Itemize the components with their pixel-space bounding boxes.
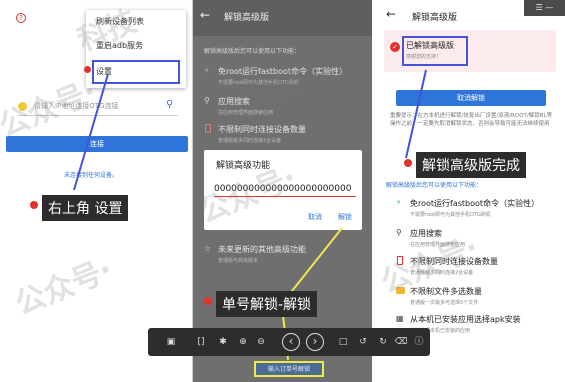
screenshot-collage: ? 刷新设备列表 重启adb服务 设置 请输入IP地址连接OTG连接 ⚲ 连接 … (0, 0, 565, 382)
step-marker (204, 297, 212, 305)
step-marker (30, 201, 38, 209)
feature-item: 免root运行fastboot命令（实验性） 不需要root即可为其他手机OTG… (396, 198, 556, 218)
feature-desc: 在应用管理界面搜索应用 (410, 242, 466, 248)
order-unlock-button[interactable]: 输入订单号解锁 (254, 361, 324, 377)
panel-unlocked: ← 解锁高级版 ☰ — ✓ 已解锁高级版 感谢您的支持！ 取消解锁 重要提示：在… (376, 0, 565, 382)
feature-desc: 普通版最多同时连接2台设备 (410, 270, 474, 276)
text-icon[interactable]: [] (194, 335, 208, 349)
color-icon[interactable]: ✱ (216, 335, 230, 349)
feature-item: 应用搜索 在应用管理界面搜索应用 ⚲ (396, 228, 556, 248)
feature-title: 应用搜索 (410, 229, 442, 238)
callout-label: 右上角 设置 (42, 195, 129, 221)
image-viewer-toolbar: ▣ [] ✱ ⊕ ⊖ ‹ › □ ↺ ↻ ⌫ ⓘ (148, 328, 430, 356)
phone-icon (397, 256, 403, 265)
folder-icon (396, 287, 405, 294)
feature-title: 不限制同时连接设备数量 (410, 257, 498, 266)
crop-icon[interactable]: ▣ (164, 335, 178, 349)
bolt-icon: ⚡ (396, 198, 402, 207)
panel-unlock-dialog: ← 解锁高级版 解锁高级版后您可以使用以下功能： 免root运行fastboot… (192, 0, 372, 382)
rotate-left-icon[interactable]: ↺ (356, 335, 370, 349)
info-icon[interactable]: ⓘ (412, 335, 426, 349)
feature-item: 不限制文件多选数量 普通版一次最多可选择5个文件 (396, 286, 556, 306)
next-icon[interactable]: › (306, 333, 324, 351)
feature-title: 免root运行fastboot命令（实验性） (410, 199, 540, 208)
feature-title: 从本机已安装应用选择apk安装 (410, 315, 521, 324)
pointer-arrow (281, 227, 343, 361)
panel-main-screen: ? 刷新设备列表 重启adb服务 设置 请输入IP地址连接OTG连接 ⚲ 连接 … (0, 0, 192, 382)
callout-label: 解锁高级版完成 (416, 152, 526, 178)
zoom-out-icon[interactable]: ⊖ (254, 335, 268, 349)
divider (192, 0, 193, 382)
feature-desc: 不需要root即可为其他手机OTG刷机 (410, 212, 491, 218)
app-grid-icon: ▦ (396, 314, 404, 323)
feature-desc: 普通版一次最多可选择5个文件 (410, 300, 479, 306)
feature-item: 不限制同时连接设备数量 普通版最多同时连接2台设备 (396, 256, 556, 276)
feature-title: 不限制文件多选数量 (410, 287, 482, 296)
callout-label: 单号解锁-解锁 (216, 291, 318, 317)
features-intro: 解锁高级版后您可以使用以下功能： (386, 182, 483, 189)
comment-icon[interactable]: □ (336, 335, 350, 349)
pointer-arrow (73, 73, 109, 191)
search-icon: ⚲ (396, 228, 402, 237)
prev-icon[interactable]: ‹ (282, 333, 300, 351)
step-marker (404, 159, 412, 167)
delete-icon[interactable]: ⌫ (394, 335, 408, 349)
divider (372, 0, 376, 382)
rotate-right-icon[interactable]: ↻ (376, 335, 390, 349)
zoom-in-icon[interactable]: ⊕ (236, 335, 250, 349)
